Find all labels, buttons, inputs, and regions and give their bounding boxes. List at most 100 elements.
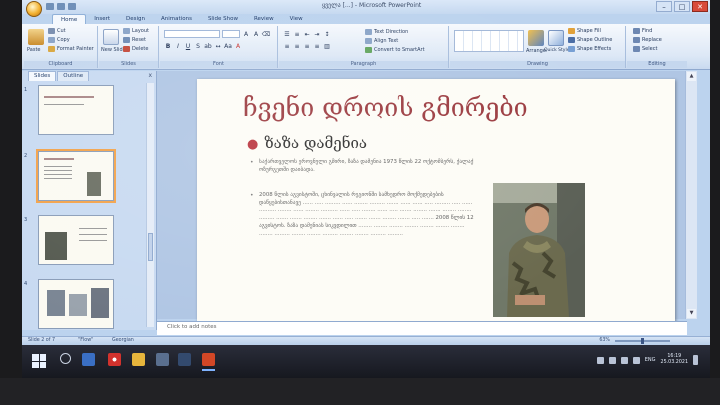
notifications-icon[interactable]	[693, 355, 698, 365]
italic-icon[interactable]: I	[174, 42, 182, 50]
powerpoint-taskbar-icon[interactable]	[202, 353, 215, 371]
layout-button[interactable]: Layout	[123, 28, 149, 34]
tab-slides[interactable]: Slides	[28, 71, 57, 81]
pane-close-icon[interactable]: x	[148, 72, 152, 79]
scroll-down-icon[interactable]: ▼	[687, 309, 696, 318]
outline-icon	[568, 37, 575, 43]
slide-title[interactable]: ჩვენი დროის გმირები	[243, 93, 528, 122]
redo-icon[interactable]	[68, 3, 76, 10]
select-button[interactable]: Select	[633, 46, 657, 52]
tab-view[interactable]: View	[282, 14, 311, 24]
decrease-indent-icon[interactable]: ⇤	[303, 30, 311, 38]
tab-slide-show[interactable]: Slide Show	[200, 14, 246, 24]
clear-format-icon[interactable]: ⌫	[262, 30, 270, 38]
editing-label: Editing	[627, 61, 687, 68]
cut-button[interactable]: Cut	[48, 28, 66, 34]
new-slide-icon[interactable]	[103, 29, 119, 45]
replace-button[interactable]: Replace	[633, 37, 662, 43]
font-size-combo[interactable]	[222, 30, 240, 38]
change-case-icon[interactable]: Aa	[224, 42, 232, 50]
quick-styles-icon[interactable]	[548, 30, 564, 46]
tab-design[interactable]: Design	[118, 14, 153, 24]
tab-review[interactable]: Review	[246, 14, 282, 24]
battery-icon[interactable]	[632, 356, 640, 364]
copy-button[interactable]: Copy	[48, 37, 70, 43]
slide[interactable]: ჩვენი დროის გმირები ●ზაზა დამენია საქართ…	[197, 79, 675, 325]
network-icon[interactable]	[608, 356, 616, 364]
sub-bullet-2[interactable]: 2008 წლის აგვისტოში, ცხინვალის რეგიონში …	[250, 192, 479, 238]
delete-button[interactable]: Delete	[123, 46, 148, 52]
notes-pane[interactable]: Click to add notes	[157, 321, 687, 335]
title-bar: ყველა [...] - Microsoft PowerPoint – □ ✕	[22, 0, 710, 17]
minimize-button[interactable]: –	[656, 1, 672, 12]
shapes-gallery[interactable]	[454, 30, 524, 52]
shape-effects-button[interactable]: Shape Effects	[568, 46, 611, 52]
paste-button[interactable]: Paste	[27, 47, 41, 53]
status-language[interactable]: Georgian	[112, 338, 134, 343]
slide-scrollbar[interactable]: ▲ ▼	[685, 71, 697, 319]
line-spacing-icon[interactable]: ↕	[323, 30, 331, 38]
volume-icon[interactable]	[620, 356, 628, 364]
arrange-button[interactable]: Arrange	[526, 48, 546, 54]
align-left-icon[interactable]: ≡	[283, 42, 291, 50]
tab-home[interactable]: Home	[52, 14, 87, 24]
pane-scrollbar[interactable]	[146, 83, 154, 327]
spacing-icon[interactable]: ↔	[214, 42, 222, 50]
windows-start-icon[interactable]	[32, 354, 46, 368]
grow-font-icon[interactable]: A	[242, 30, 250, 38]
search-icon[interactable]	[60, 353, 71, 364]
scroll-up-icon[interactable]: ▲	[687, 72, 696, 81]
file-explorer-icon[interactable]	[132, 353, 145, 366]
sub-bullet-1[interactable]: საქართველოს ეროვნული გმირი, ზაზა დამენია…	[250, 159, 479, 174]
shrink-font-icon[interactable]: A	[252, 30, 260, 38]
tab-insert[interactable]: Insert	[86, 14, 118, 24]
justify-icon[interactable]: ≡	[313, 42, 321, 50]
zoom-level[interactable]: 63%	[599, 338, 610, 343]
shadow-icon[interactable]: S	[194, 42, 202, 50]
reset-button[interactable]: Reset	[123, 37, 146, 43]
align-center-icon[interactable]: ≡	[293, 42, 301, 50]
bold-icon[interactable]: B	[164, 42, 172, 50]
settings-icon[interactable]	[178, 353, 191, 366]
align-right-icon[interactable]: ≡	[303, 42, 311, 50]
columns-icon[interactable]: ▥	[323, 42, 331, 50]
paste-icon[interactable]	[28, 29, 44, 45]
new-slide-button[interactable]: New Slide	[101, 47, 126, 53]
undo-icon[interactable]	[57, 3, 65, 10]
maximize-button[interactable]: □	[674, 1, 690, 12]
shape-outline-button[interactable]: Shape Outline	[568, 37, 612, 43]
window-controls: – □ ✕	[656, 1, 708, 12]
media-player-icon[interactable]	[156, 353, 169, 366]
chevron-up-icon[interactable]	[596, 356, 604, 364]
bullets-icon[interactable]: ☰	[283, 30, 291, 38]
tab-outline[interactable]: Outline	[57, 71, 90, 81]
font-color-icon[interactable]: A	[234, 42, 242, 50]
office-button[interactable]	[26, 1, 42, 17]
main-bullet[interactable]: ● ზაზა დამენია	[247, 134, 367, 152]
slides-group: New Slide Layout Reset Delete Slides	[99, 26, 159, 68]
format-painter-button[interactable]: Format Painter	[48, 46, 94, 52]
underline-icon[interactable]: U	[184, 42, 192, 50]
find-button[interactable]: Find	[633, 28, 652, 34]
task-view-icon[interactable]	[82, 353, 95, 366]
zoom-slider-handle[interactable]	[641, 338, 644, 344]
copy-icon	[48, 37, 55, 43]
font-name-combo[interactable]	[164, 30, 220, 38]
input-language[interactable]: ENG	[645, 357, 656, 363]
text-direction-button[interactable]: Text Direction	[365, 29, 408, 35]
zoom-slider[interactable]	[615, 338, 670, 344]
clock[interactable]: 16:19 25.03.2021	[661, 354, 688, 366]
increase-indent-icon[interactable]: ⇥	[313, 30, 321, 38]
reset-icon	[123, 37, 130, 43]
align-text-button[interactable]: Align Text	[365, 38, 398, 44]
close-button[interactable]: ✕	[692, 1, 708, 12]
soldier-photo[interactable]	[493, 183, 585, 317]
numbering-icon[interactable]: ≡	[293, 30, 301, 38]
arrange-icon[interactable]	[528, 30, 544, 46]
shape-fill-button[interactable]: Shape Fill	[568, 28, 601, 34]
strikethrough-icon[interactable]: ab	[204, 42, 212, 50]
save-icon[interactable]	[46, 3, 54, 10]
tab-animations[interactable]: Animations	[153, 14, 200, 24]
opera-icon[interactable]	[108, 353, 121, 366]
smartart-button[interactable]: Convert to SmartArt	[365, 47, 425, 53]
